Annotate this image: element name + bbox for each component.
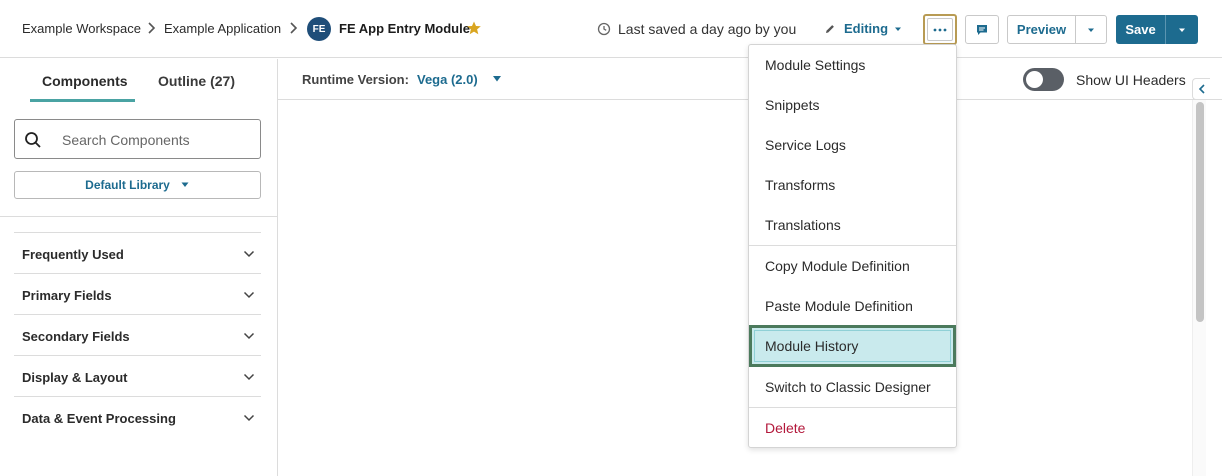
menu-item-translations[interactable]: Translations bbox=[749, 205, 956, 245]
search-input[interactable] bbox=[62, 130, 252, 150]
caret-down-icon bbox=[895, 27, 901, 31]
module-title: FE App Entry Module bbox=[339, 21, 470, 36]
breadcrumb-workspace[interactable]: Example Workspace bbox=[22, 21, 141, 36]
save-options-button[interactable] bbox=[1166, 15, 1198, 44]
caret-down-icon bbox=[1179, 28, 1185, 32]
menu-item-service-logs[interactable]: Service Logs bbox=[749, 125, 956, 165]
menu-item-module-settings[interactable]: Module Settings bbox=[749, 45, 956, 85]
more-options-button[interactable] bbox=[923, 14, 957, 45]
preview-button[interactable]: Preview bbox=[1008, 16, 1076, 43]
tab-outline[interactable]: Outline (27) bbox=[158, 73, 235, 89]
show-ui-headers-toggle[interactable] bbox=[1023, 68, 1064, 91]
chevron-down-icon bbox=[243, 373, 255, 381]
section-secondary-fields[interactable]: Secondary Fields bbox=[14, 314, 261, 355]
preview-options-button[interactable] bbox=[1076, 16, 1106, 43]
menu-item-module-history[interactable]: Module History bbox=[749, 325, 956, 367]
components-sidebar: Components Outline (27) Default Library … bbox=[0, 59, 278, 476]
section-frequently-used[interactable]: Frequently Used bbox=[14, 232, 261, 273]
library-label: Default Library bbox=[85, 178, 170, 192]
scrollbar-thumb[interactable] bbox=[1196, 102, 1204, 322]
chevron-left-icon bbox=[1198, 84, 1205, 94]
editing-mode-dropdown[interactable]: Editing bbox=[844, 21, 888, 36]
menu-item-switch-classic-designer[interactable]: Switch to Classic Designer bbox=[749, 367, 956, 407]
more-options-menu: Module Settings Snippets Service Logs Tr… bbox=[748, 44, 957, 448]
section-label: Display & Layout bbox=[22, 370, 128, 385]
section-label: Primary Fields bbox=[22, 288, 112, 303]
chevron-down-icon bbox=[243, 250, 255, 258]
menu-item-paste-module-definition[interactable]: Paste Module Definition bbox=[749, 286, 956, 326]
favorite-star-icon[interactable] bbox=[466, 20, 482, 36]
chevron-right-icon bbox=[148, 22, 156, 34]
menu-item-transforms[interactable]: Transforms bbox=[749, 165, 956, 205]
section-data-event-processing[interactable]: Data & Event Processing bbox=[14, 396, 261, 437]
chevron-down-icon bbox=[243, 291, 255, 299]
caret-down-icon bbox=[1088, 28, 1094, 32]
menu-item-label: Module History bbox=[765, 338, 859, 354]
section-display-layout[interactable]: Display & Layout bbox=[14, 355, 261, 396]
library-dropdown[interactable]: Default Library bbox=[14, 171, 261, 199]
comment-icon bbox=[977, 24, 987, 35]
sidebar-divider bbox=[0, 216, 277, 217]
comments-button[interactable] bbox=[965, 15, 999, 44]
top-header: Example Workspace Example Application FE… bbox=[0, 0, 1222, 58]
runtime-version-dropdown[interactable]: Vega (2.0) bbox=[417, 72, 478, 87]
module-avatar: FE bbox=[307, 17, 331, 41]
clock-icon bbox=[597, 22, 611, 36]
chevron-right-icon bbox=[290, 22, 298, 34]
search-container bbox=[14, 119, 261, 159]
section-primary-fields[interactable]: Primary Fields bbox=[14, 273, 261, 314]
canvas-scrollbar[interactable] bbox=[1192, 100, 1206, 476]
caret-down-icon bbox=[181, 182, 189, 187]
menu-item-snippets[interactable]: Snippets bbox=[749, 85, 956, 125]
show-ui-headers-label: Show UI Headers bbox=[1076, 72, 1186, 88]
menu-item-copy-module-definition[interactable]: Copy Module Definition bbox=[749, 246, 956, 286]
save-button-group: Save bbox=[1116, 15, 1198, 44]
section-label: Secondary Fields bbox=[22, 329, 130, 344]
expand-right-panel-button[interactable] bbox=[1192, 78, 1210, 100]
ellipsis-icon bbox=[933, 28, 947, 31]
section-label: Data & Event Processing bbox=[22, 411, 176, 426]
pencil-icon bbox=[826, 25, 834, 33]
tab-components[interactable]: Components bbox=[42, 73, 128, 89]
preview-button-group: Preview bbox=[1007, 15, 1107, 44]
search-icon bbox=[25, 132, 41, 148]
caret-down-icon bbox=[493, 76, 501, 82]
active-tab-indicator bbox=[30, 99, 135, 102]
toggle-knob bbox=[1026, 71, 1043, 88]
menu-item-delete[interactable]: Delete bbox=[749, 408, 956, 448]
last-saved-status: Last saved a day ago by you bbox=[618, 21, 797, 37]
chevron-down-icon bbox=[243, 414, 255, 422]
section-label: Frequently Used bbox=[22, 247, 124, 262]
design-canvas[interactable] bbox=[278, 100, 1192, 476]
chevron-down-icon bbox=[243, 332, 255, 340]
runtime-version-label: Runtime Version: bbox=[302, 72, 409, 87]
save-button[interactable]: Save bbox=[1116, 15, 1166, 44]
breadcrumb-application[interactable]: Example Application bbox=[164, 21, 281, 36]
